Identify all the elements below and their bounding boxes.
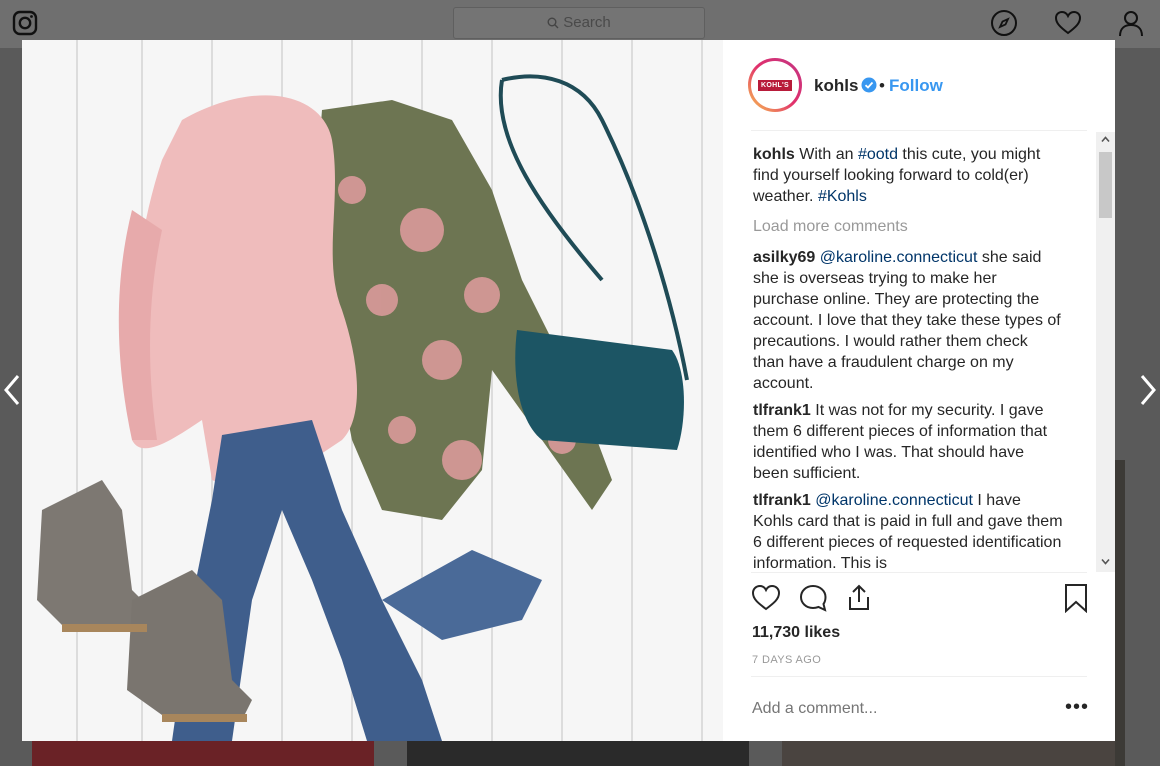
hashtag-link[interactable]: #Kohls bbox=[818, 188, 867, 205]
share-icon[interactable] bbox=[844, 583, 874, 613]
caption: kohls With an #ootd this cute, you might… bbox=[753, 144, 1063, 207]
verified-icon bbox=[861, 77, 877, 93]
post-sidebar: KOHL'S kohls • Follow kohls With an #oot… bbox=[723, 40, 1115, 741]
profile-icon[interactable] bbox=[1117, 9, 1145, 37]
like-icon[interactable] bbox=[751, 583, 781, 613]
scroll-up-icon[interactable] bbox=[1100, 134, 1111, 145]
post-header: KOHL'S kohls • Follow bbox=[723, 40, 1115, 130]
feed-thumbnail bbox=[407, 741, 749, 766]
add-comment-input[interactable] bbox=[752, 696, 1052, 722]
chevron-left-icon[interactable] bbox=[0, 370, 24, 410]
comments-scrollbar[interactable] bbox=[1096, 132, 1115, 572]
feed-thumbnail bbox=[782, 741, 1124, 766]
mention-link[interactable]: @karoline.connecticut bbox=[820, 249, 978, 266]
comment-item: tlfrank1 @karoline.connecticut I have Ko… bbox=[753, 490, 1063, 574]
post-timestamp[interactable]: 7 DAYS AGO bbox=[752, 654, 821, 666]
comment-text: she said she is overseas trying to make … bbox=[753, 249, 1061, 392]
search-input[interactable]: Search bbox=[453, 7, 705, 39]
post-photo[interactable] bbox=[22, 40, 723, 741]
comment-item: asilky69 @karoline.connecticut she said … bbox=[753, 247, 1063, 394]
feed-thumbnail bbox=[32, 741, 374, 766]
scrollbar-thumb[interactable] bbox=[1099, 152, 1112, 218]
comment-item: tlfrank1 It was not for my security. I g… bbox=[753, 400, 1063, 484]
more-options-button[interactable]: ••• bbox=[1065, 696, 1089, 719]
actions-divider bbox=[751, 572, 1087, 573]
comment-box-divider bbox=[751, 676, 1087, 677]
search-placeholder: Search bbox=[563, 14, 611, 31]
caption-username[interactable]: kohls bbox=[753, 146, 795, 163]
follow-button[interactable]: Follow bbox=[889, 76, 943, 96]
avatar[interactable]: KOHL'S bbox=[748, 58, 802, 112]
comment-username[interactable]: asilky69 bbox=[753, 249, 815, 266]
search-icon bbox=[547, 17, 559, 29]
post-username[interactable]: kohls bbox=[814, 76, 858, 96]
outfit-photo-illustration bbox=[22, 40, 723, 741]
post-modal: KOHL'S kohls • Follow kohls With an #oot… bbox=[22, 40, 1115, 741]
chevron-right-icon[interactable] bbox=[1136, 370, 1160, 410]
hashtag-link[interactable]: #ootd bbox=[858, 146, 898, 163]
post-actions bbox=[751, 583, 1091, 617]
kohls-logo: KOHL'S bbox=[758, 79, 792, 91]
mention-link[interactable]: @karoline.connecticut bbox=[815, 492, 973, 509]
scroll-down-icon[interactable] bbox=[1100, 556, 1111, 567]
comment-username[interactable]: tlfrank1 bbox=[753, 492, 811, 509]
bookmark-icon[interactable] bbox=[1061, 583, 1091, 613]
load-more-comments-button[interactable]: Load more comments bbox=[753, 216, 1063, 237]
avatar-image: KOHL'S bbox=[751, 61, 799, 109]
comment-username[interactable]: tlfrank1 bbox=[753, 402, 811, 419]
feed-thumbnail bbox=[1115, 460, 1125, 766]
comments-list[interactable]: kohls With an #ootd this cute, you might… bbox=[753, 144, 1063, 574]
caption-text: With an bbox=[799, 146, 858, 163]
heart-icon[interactable] bbox=[1054, 9, 1082, 37]
likes-count[interactable]: 11,730 likes bbox=[752, 624, 840, 642]
header-divider bbox=[751, 130, 1087, 131]
compass-icon[interactable] bbox=[990, 9, 1018, 37]
instagram-icon[interactable] bbox=[12, 10, 38, 36]
comment-icon[interactable] bbox=[798, 583, 828, 613]
separator-dot: • bbox=[879, 76, 885, 95]
